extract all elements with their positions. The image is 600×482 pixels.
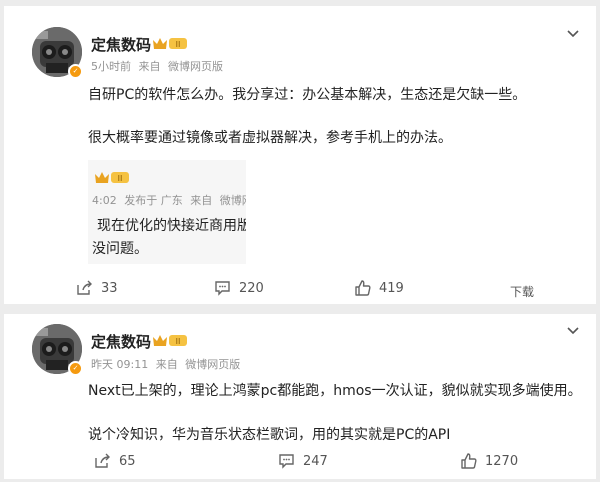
chevron-down-icon[interactable]: [566, 326, 580, 336]
post-time[interactable]: 昨天 09:11: [91, 358, 148, 371]
verified-badge-icon: ✓: [68, 64, 83, 79]
repost-text-line: 没问题。: [92, 241, 148, 257]
post-time[interactable]: 5小时前: [91, 60, 131, 73]
like-count: 1270: [485, 453, 519, 469]
weibo-post-card: ✓ 定焦数码 II 5小时前 来自 微博网页版 自研PC的软件怎么办。我分享过：…: [4, 6, 596, 304]
post-paragraph: 说个冷知识，华为音乐状态栏歌词，用的其实就是PC的API: [88, 427, 451, 443]
comment-button[interactable]: 247: [278, 453, 328, 469]
share-icon: [77, 280, 92, 295]
level-badge-text: II: [176, 337, 181, 346]
level-badge-text: II: [118, 174, 123, 183]
source-prefix: 来自: [138, 60, 161, 73]
post-source: 微博网页版: [185, 358, 241, 371]
comment-button[interactable]: 220: [214, 280, 264, 296]
crown-badge-icon: II: [95, 172, 129, 183]
share-count: 33: [101, 280, 118, 296]
like-icon: [461, 453, 477, 469]
repost-source: 微博网: [219, 194, 246, 207]
share-button[interactable]: 33: [76, 280, 118, 296]
weibo-post-card: ✓ 定焦数码 II 昨天 09:11 来自 微博网页版 Next已上架的，理论上…: [4, 314, 596, 479]
comment-icon: [215, 281, 230, 296]
like-icon: [355, 280, 371, 296]
share-button[interactable]: 65: [94, 453, 136, 469]
repost-text-line: 现在优化的快接近商用版: [97, 218, 246, 234]
chevron-down-icon[interactable]: [566, 29, 580, 39]
verified-badge-icon: ✓: [68, 361, 83, 376]
like-button[interactable]: 419: [354, 280, 404, 296]
repost-quote[interactable]: II 4:02 发布于 广东 来自 微博网 现在优化的快接近商用版 没问题。: [88, 160, 246, 264]
like-button[interactable]: 1270: [460, 453, 518, 469]
post-meta: 5小时前 来自 微博网页版: [91, 58, 227, 74]
like-count: 419: [379, 280, 404, 296]
crown-badge-icon[interactable]: II: [152, 333, 188, 348]
download-link[interactable]: 下载: [510, 283, 534, 300]
post-source: 微博网页版: [168, 60, 223, 73]
post-meta: 昨天 09:11 来自 微博网页版: [91, 356, 244, 372]
post-paragraph: 很大概率要通过镜像或者虚拟器解决，参考手机上的办法。: [88, 130, 452, 146]
comment-count: 220: [239, 280, 264, 296]
author-name[interactable]: 定焦数码: [91, 331, 151, 352]
repost-meta: 4:02 发布于 广东 来自 微博网: [92, 192, 246, 208]
share-icon: [95, 453, 110, 468]
author-name[interactable]: 定焦数码: [91, 34, 151, 55]
post-paragraph: Next已上架的，理论上鸿蒙pc都能跑，hmos一次认证，貌似就实现多端使用。: [88, 383, 582, 399]
repost-location: 发布于 广东: [124, 194, 183, 207]
level-badge-text: II: [176, 40, 181, 49]
crown-badge-icon[interactable]: II: [152, 36, 188, 51]
comment-icon: [279, 454, 294, 469]
post-paragraph: 自研PC的软件怎么办。我分享过：办公基本解决，生态还是欠缺一些。: [88, 87, 527, 103]
repost-time: 4:02: [92, 194, 117, 207]
comment-count: 247: [303, 453, 328, 469]
source-prefix: 来自: [155, 358, 178, 371]
source-prefix: 来自: [190, 194, 213, 207]
share-count: 65: [119, 453, 136, 469]
download-label: 下载: [510, 285, 535, 299]
